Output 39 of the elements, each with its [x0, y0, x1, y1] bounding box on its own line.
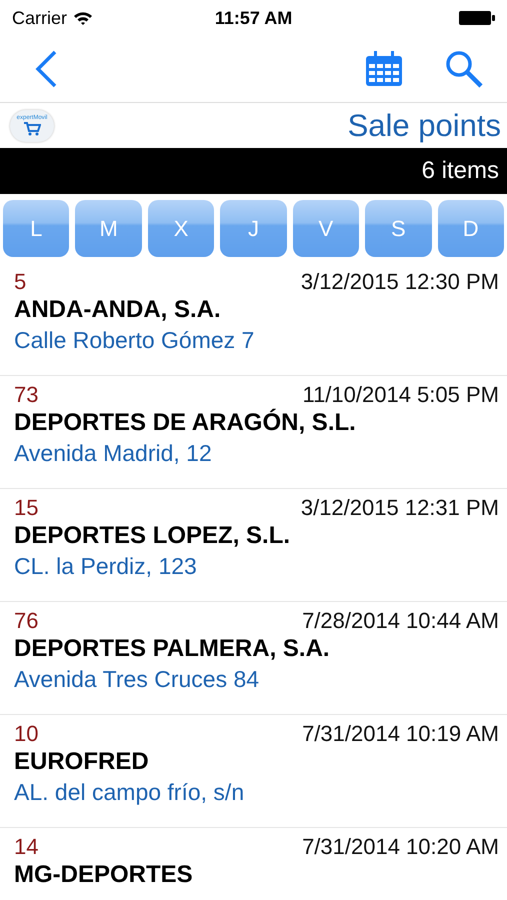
carrier-label: Carrier [12, 8, 68, 28]
clock: 11:57 AM [214, 8, 292, 28]
point-address: Avenida Tres Cruces 84 [14, 665, 260, 694]
visit-date: 3/12/2015 12:30 PM [300, 269, 499, 295]
point-code: 15 [14, 495, 38, 521]
point-address: AL. del campo frío, s/n [14, 778, 246, 807]
point-name[interactable]: EUROFRED [14, 747, 499, 777]
point-code: 10 [14, 721, 38, 747]
visit-date: 11/10/2014 5:05 PM [302, 382, 499, 408]
day-button[interactable]: D [438, 200, 504, 257]
point-name[interactable]: DEPORTES LOPEZ, S.L. [14, 521, 499, 551]
item-count: 6 items [422, 157, 499, 185]
point-name[interactable]: DEPORTES PALMERA, S.A. [14, 634, 499, 664]
point-address: CL. la Perdiz, 123 [14, 552, 198, 581]
day-button[interactable]: X [148, 200, 214, 257]
page-title: Sale points [348, 108, 501, 144]
wifi-icon [73, 10, 94, 26]
visit-date: 3/12/2015 12:31 PM [300, 495, 499, 521]
visit-date: 7/28/2014 10:44 AM [302, 608, 499, 634]
point-address: Avenida Madrid, 12 [14, 439, 213, 468]
point-code: 5 [14, 269, 26, 295]
point-address: Calle Roberto Gómez 7 [14, 326, 256, 355]
point-code: 14 [14, 834, 38, 860]
battery-icon [459, 11, 495, 25]
day-button[interactable]: M [75, 200, 142, 257]
visit-date: 7/31/2014 10:20 AM [302, 834, 499, 860]
point-name[interactable]: ANDA-ANDA, S.A. [14, 295, 499, 325]
day-button[interactable]: V [292, 200, 360, 257]
search-icon[interactable] [445, 50, 483, 88]
day-button[interactable]: S [365, 200, 432, 257]
point-code: 76 [14, 608, 38, 634]
back-icon[interactable] [34, 50, 58, 88]
day-button[interactable]: L [3, 200, 70, 257]
point-name[interactable]: DEPORTES DE ARAGÓN, S.L. [14, 408, 499, 438]
calendar-icon[interactable] [365, 51, 403, 87]
day-button[interactable]: J [220, 200, 287, 257]
point-code: 73 [14, 382, 38, 408]
visit-date: 7/31/2014 10:19 AM [302, 721, 499, 747]
point-name[interactable]: MG-DEPORTES [14, 860, 499, 890]
